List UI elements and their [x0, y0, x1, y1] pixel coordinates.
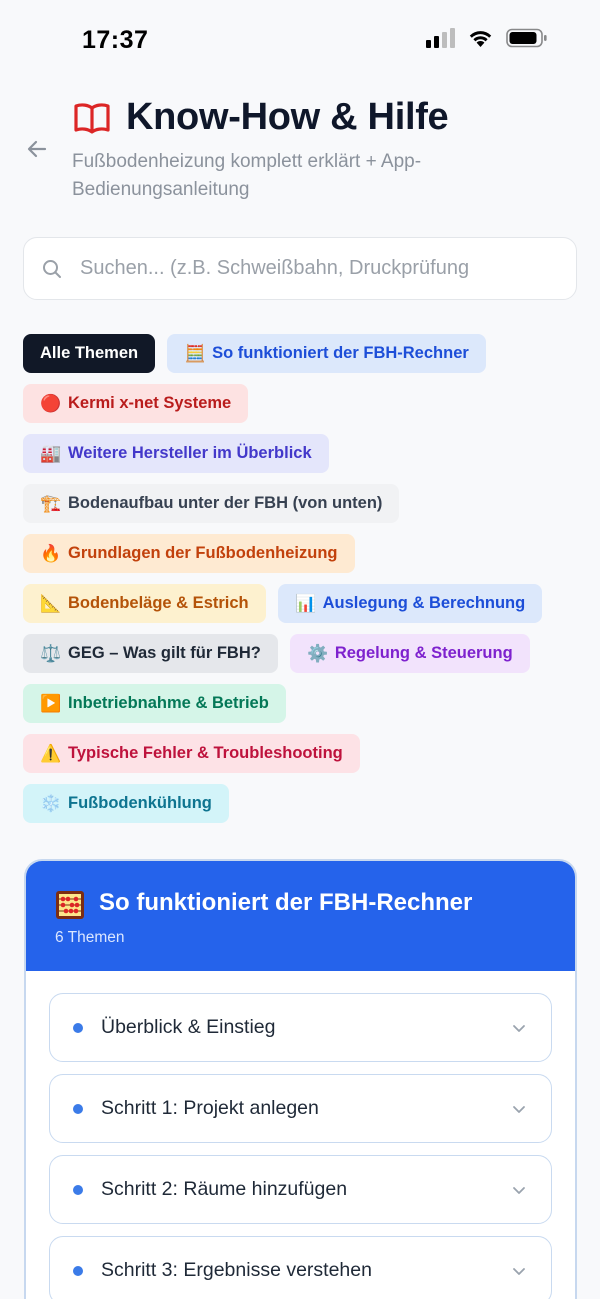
- topic-item-schritt-2[interactable]: Schritt 2: Räume hinzufügen: [49, 1155, 552, 1224]
- chip-label: Inbetriebnahme & Betrieb: [68, 694, 269, 712]
- chip-label: GEG – Was gilt für FBH?: [68, 644, 261, 662]
- chip-fussbodenkuehlung[interactable]: ❄️ Fußbodenkühlung: [23, 784, 229, 823]
- chip-bodenbelaege[interactable]: 📐 Bodenbeläge & Estrich: [23, 584, 266, 623]
- topic-item-schritt-3[interactable]: Schritt 3: Ergebnisse verstehen: [49, 1236, 552, 1299]
- section-title: So funktioniert der FBH-Rechner: [99, 889, 473, 916]
- chevron-down-icon: [513, 1187, 525, 1194]
- chip-emoji-icon: 🧮: [184, 343, 206, 363]
- abacus-icon: [56, 891, 84, 919]
- chip-label: Auslegung & Berechnung: [322, 594, 526, 612]
- status-bar: 17:37: [0, 0, 600, 70]
- chip-fbh-rechner[interactable]: 🧮 So funktioniert der FBH-Rechner: [167, 334, 486, 373]
- chip-inbetriebnahme[interactable]: ▶️ Inbetriebnahme & Betrieb: [23, 684, 286, 723]
- chip-emoji-icon: ▶️: [40, 693, 62, 713]
- topic-item-label: Schritt 3: Ergebnisse verstehen: [101, 1259, 372, 1281]
- chip-emoji-icon: 🔴: [40, 393, 62, 413]
- bullet-dot-icon: [73, 1022, 83, 1033]
- chip-weitere-hersteller[interactable]: 🏭 Weitere Hersteller im Überblick: [23, 434, 329, 473]
- chip-label: Bodenbeläge & Estrich: [68, 594, 249, 612]
- chip-label: Fußbodenkühlung: [68, 794, 212, 812]
- chip-label: Weitere Hersteller im Überblick: [68, 444, 312, 462]
- chevron-down-icon: [513, 1025, 525, 1032]
- chip-auslegung[interactable]: 📊 Auslegung & Berechnung: [277, 584, 543, 623]
- page-subtitle: Fußbodenheizung komplett erklärt + App-B…: [72, 151, 422, 200]
- chip-regelung[interactable]: ⚙️ Regelung & Steuerung: [289, 634, 530, 673]
- wifi-icon: [467, 28, 494, 48]
- chip-geg[interactable]: ⚖️ GEG – Was gilt für FBH?: [23, 634, 278, 673]
- arrow-left-icon: [27, 140, 47, 158]
- topic-filter-chips: Alle Themen 🧮 So funktioniert der FBH-Rec…: [23, 334, 583, 834]
- chip-emoji-icon: ❄️: [40, 793, 62, 813]
- chip-emoji-icon: 📊: [295, 593, 317, 613]
- cellular-signal-icon: [426, 28, 455, 48]
- title-row: Know-How & Hilfe: [72, 96, 449, 139]
- topic-item-label: Überblick & Einstieg: [101, 1016, 276, 1038]
- topic-item-label: Schritt 2: Räume hinzufügen: [101, 1178, 348, 1200]
- battery-icon: [506, 28, 548, 48]
- chip-bodenaufbau[interactable]: 🏗️ Bodenaufbau unter der FBH (von unten): [23, 484, 400, 523]
- chip-emoji-icon: 🔥: [40, 543, 62, 563]
- topic-item-label: Schritt 1: Projekt anlegen: [101, 1097, 319, 1119]
- section-topic-count: 6 Themen: [55, 929, 125, 946]
- chip-label: Grundlagen der Fußbodenheizung: [68, 544, 338, 562]
- chip-label: Alle Themen: [40, 344, 139, 362]
- section-header: So funktioniert der FBH-Rechner 6 Themen: [26, 861, 575, 971]
- chip-emoji-icon: ⚠️: [40, 743, 62, 763]
- chip-typische-fehler[interactable]: ⚠️ Typische Fehler & Troubleshooting: [23, 734, 360, 773]
- open-book-icon: [74, 102, 110, 134]
- back-button[interactable]: [22, 134, 52, 164]
- status-time: 17:37: [82, 26, 149, 54]
- chip-emoji-icon: ⚙️: [307, 643, 329, 663]
- chevron-down-icon: [513, 1268, 525, 1275]
- bullet-dot-icon: [73, 1103, 83, 1114]
- status-icons: [426, 28, 548, 48]
- chip-label: Regelung & Steuerung: [334, 644, 513, 662]
- chip-kermi-x-net[interactable]: 🔴 Kermi x-net Systeme: [23, 384, 249, 423]
- chip-emoji-icon: ⚖️: [40, 643, 62, 663]
- chip-label: Typische Fehler & Troubleshooting: [68, 744, 343, 762]
- search-bar: [23, 237, 577, 300]
- chip-label: Bodenaufbau unter der FBH (von unten): [68, 494, 383, 512]
- chip-grundlagen[interactable]: 🔥 Grundlagen der Fußbodenheizung: [23, 534, 355, 573]
- chip-label: So funktioniert der FBH-Rechner: [212, 344, 469, 362]
- search-icon: [43, 259, 61, 278]
- section-card: So funktioniert der FBH-Rechner 6 Themen…: [24, 859, 577, 1299]
- bullet-dot-icon: [73, 1184, 83, 1195]
- topic-item-schritt-1[interactable]: Schritt 1: Projekt anlegen: [49, 1074, 552, 1143]
- bullet-dot-icon: [73, 1265, 83, 1276]
- chip-alle-themen[interactable]: Alle Themen: [23, 334, 156, 373]
- search-input[interactable]: [80, 257, 550, 280]
- chip-emoji-icon: 🏗️: [40, 493, 62, 513]
- chip-label: Kermi x-net Systeme: [68, 394, 232, 412]
- topic-item-ueberblick[interactable]: Überblick & Einstieg: [49, 993, 552, 1062]
- topic-list: Überblick & Einstieg Schritt 1: Projekt …: [26, 971, 575, 1299]
- chip-emoji-icon: 📐: [40, 593, 62, 613]
- page-title: Know-How & Hilfe: [126, 96, 449, 138]
- chevron-down-icon: [513, 1106, 525, 1113]
- chip-emoji-icon: 🏭: [40, 443, 62, 463]
